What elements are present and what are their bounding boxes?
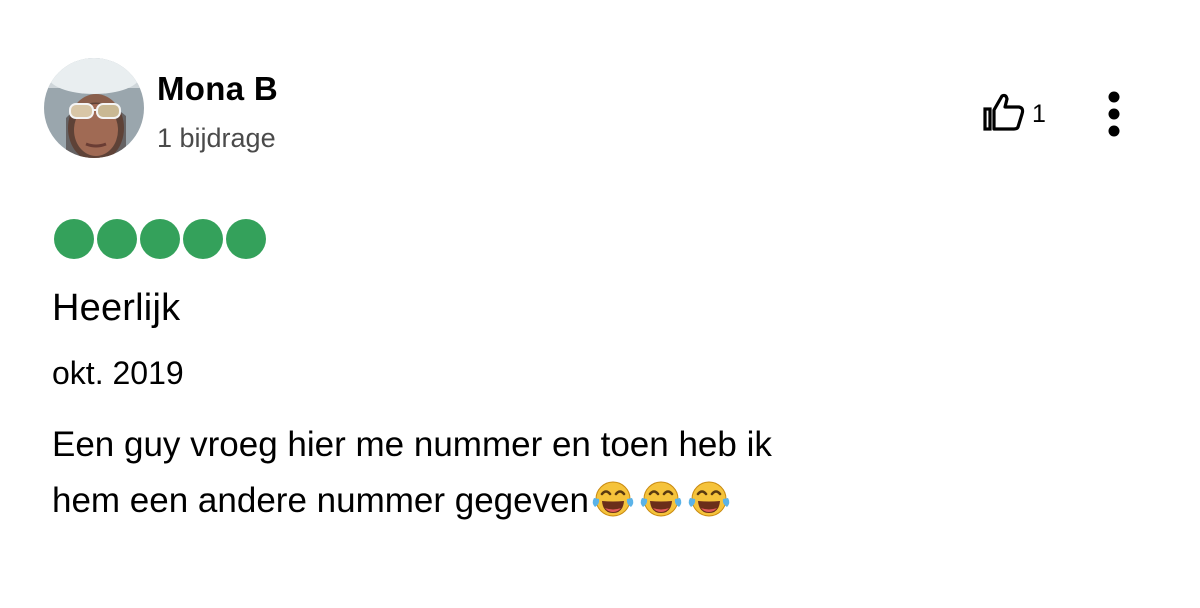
- helpful-vote-button[interactable]: 1: [982, 92, 1046, 136]
- avatar[interactable]: [44, 58, 144, 158]
- rating-bubble: [54, 219, 94, 259]
- review-text: Een guy vroeg hier me nummer en toen heb…: [52, 417, 1052, 529]
- contribution-count: 1 bijdrage: [157, 123, 276, 153]
- rating-bubble: [140, 219, 180, 259]
- review-text-line: Een guy vroeg hier me nummer en toen heb…: [52, 425, 772, 464]
- face-with-tears-of-joy-icon: [640, 481, 682, 517]
- helpful-count: 1: [1032, 100, 1046, 128]
- review-title[interactable]: Heerlijk: [52, 284, 180, 332]
- emoji-group: [591, 479, 731, 519]
- avatar-photo: [44, 58, 144, 158]
- review-text-line-2: hem een andere nummer gegeven: [52, 473, 1052, 529]
- rating-bubbles: [54, 219, 266, 259]
- rating-bubble: [97, 219, 137, 259]
- thumbs-up-icon: [982, 92, 1026, 137]
- vertical-dots-icon: [1108, 91, 1120, 137]
- more-options-button[interactable]: [1100, 88, 1128, 142]
- face-with-tears-of-joy-icon: [688, 481, 730, 517]
- face-with-tears-of-joy-icon: [592, 481, 634, 517]
- rating-bubble: [183, 219, 223, 259]
- rating-bubble: [226, 219, 266, 259]
- review-text-line: hem een andere nummer gegeven: [52, 481, 590, 520]
- review-date: okt. 2019: [52, 355, 184, 391]
- user-name[interactable]: Mona B: [157, 67, 278, 111]
